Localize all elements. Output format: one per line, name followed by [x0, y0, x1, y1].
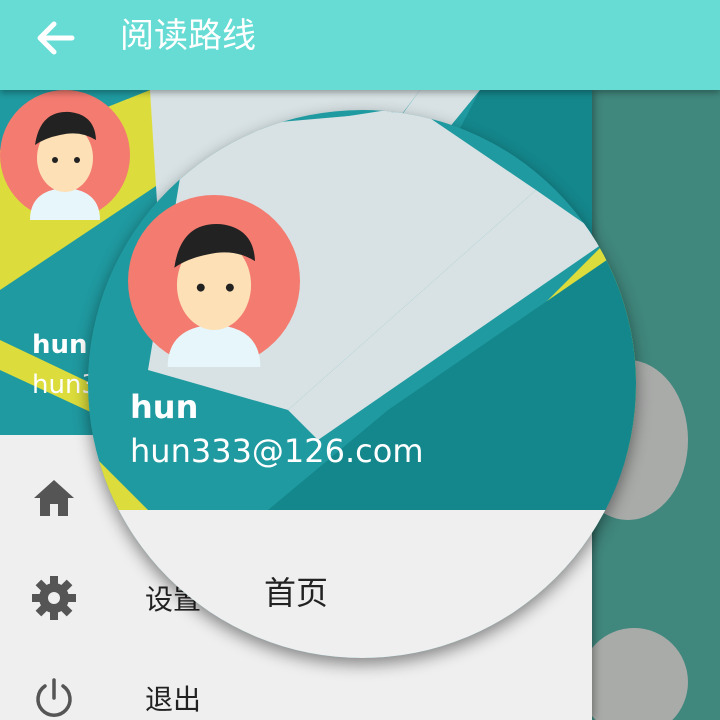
magnified-menu-home-label: 首页	[264, 574, 329, 612]
magnified-user-name: hun	[130, 388, 199, 426]
magnified-menu-area	[88, 510, 636, 658]
magnified-avatar-icon	[128, 195, 300, 367]
magnified-header: hun hun333@126.com 首页	[88, 110, 636, 658]
menu-item-logout[interactable]: 退出	[0, 648, 592, 720]
power-icon	[36, 678, 72, 717]
arrow-left-icon[interactable]	[30, 16, 86, 60]
app-bar: 阅读路线	[0, 0, 720, 90]
home-icon	[34, 480, 74, 516]
user-name: hun	[32, 330, 88, 360]
menu-label-logout: 退出	[145, 683, 202, 716]
magnified-user-email: hun333@126.com	[130, 432, 424, 470]
gear-icon	[32, 576, 76, 620]
magnifier-lens: hun hun333@126.com 首页	[88, 110, 636, 658]
page-title: 阅读路线	[120, 16, 256, 56]
